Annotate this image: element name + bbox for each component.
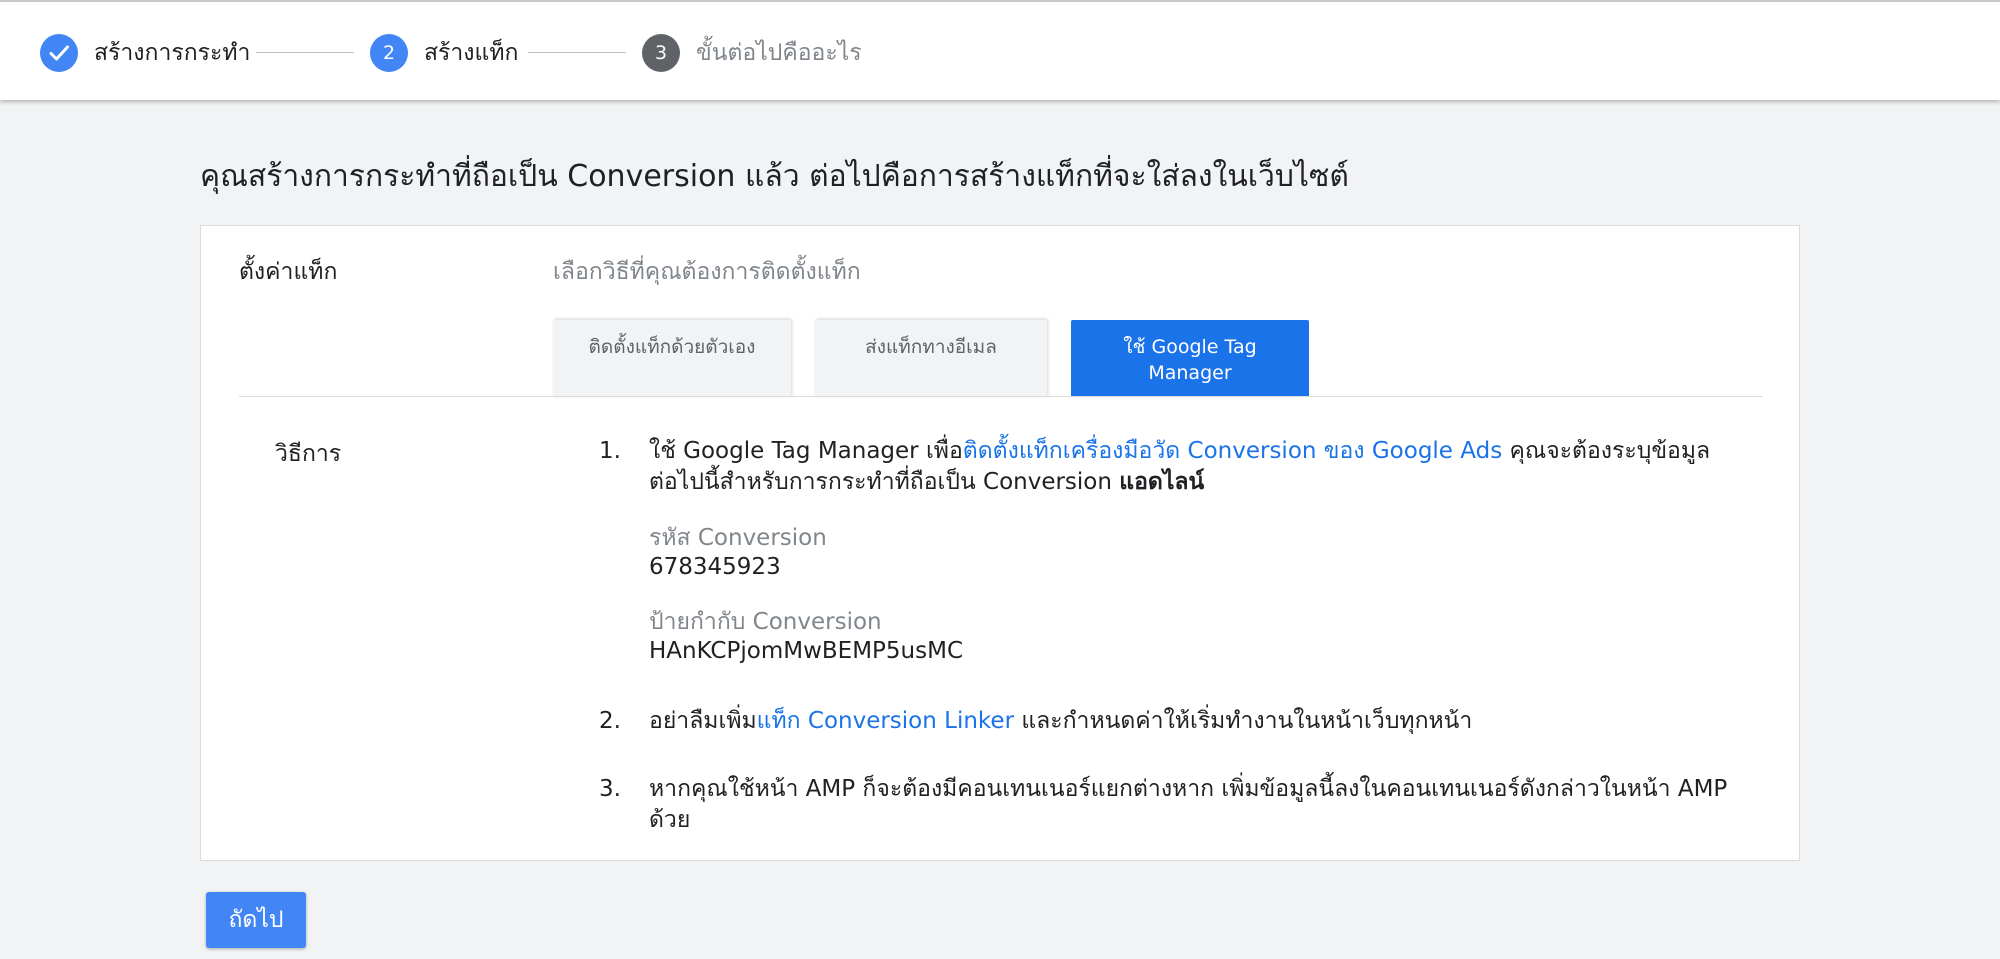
setup-label: ตั้งค่าแท็ก bbox=[239, 259, 338, 285]
step-connector bbox=[528, 52, 626, 53]
text: และกำหนดค่าให้เริ่มทำงานในหน้าเว็บทุกหน้… bbox=[1014, 708, 1473, 734]
tab-email-tag[interactable]: ส่งแท็กทางอีเมล bbox=[815, 320, 1047, 397]
list-number: 1. bbox=[599, 438, 621, 464]
step-label: สร้างแท็ก bbox=[424, 40, 519, 66]
install-tag-link[interactable]: ติดตั้งแท็กเครื่องมือวัด Conversion ของ … bbox=[963, 438, 1502, 464]
divider bbox=[239, 396, 1763, 397]
list-item: 1. ใช้ Google Tag Manager เพื่อติดตั้งแท… bbox=[599, 436, 1729, 666]
tab-google-tag-manager[interactable]: ใช้ Google Tag Manager bbox=[1071, 320, 1309, 397]
step-whats-next: 3 ขั้นต่อไปคืออะไร bbox=[642, 34, 862, 72]
conversion-linker-link[interactable]: แท็ก Conversion Linker bbox=[757, 708, 1014, 734]
list-item: 2. อย่าลืมเพิ่มแท็ก Conversion Linker แล… bbox=[599, 706, 1729, 737]
conversion-label-label: ป้ายกำกับ Conversion bbox=[649, 609, 882, 635]
conversion-action-name: แอดไลน์ bbox=[1119, 469, 1205, 495]
step-number: 2 bbox=[370, 34, 408, 72]
conversion-label-value: HAnKCPjomMwBEMP5usMC bbox=[649, 638, 964, 664]
step-create-tag: 2 สร้างแท็ก bbox=[370, 34, 518, 72]
next-button[interactable]: ถัดไป bbox=[206, 892, 306, 948]
list-item: 3. หากคุณใช้หน้า AMP ก็จะต้องมีคอนเทนเนอ… bbox=[599, 774, 1729, 836]
step-create-action: สร้างการกระทำ bbox=[40, 34, 250, 72]
step-label: ขั้นต่อไปคืออะไร bbox=[696, 40, 862, 66]
instruction-list: 1. ใช้ Google Tag Manager เพื่อติดตั้งแท… bbox=[599, 436, 1729, 836]
tag-setup-card: ตั้งค่าแท็ก เลือกวิธีที่คุณต้องการติดตั้… bbox=[200, 225, 1800, 861]
tab-install-yourself[interactable]: ติดตั้งแท็กด้วยตัวเอง bbox=[553, 320, 791, 397]
step-number: 3 bbox=[642, 34, 680, 72]
checkmark-icon bbox=[40, 34, 78, 72]
list-number: 2. bbox=[599, 708, 621, 734]
method-label: วิธีการ bbox=[275, 441, 342, 467]
step-connector bbox=[256, 52, 354, 53]
conversion-id-value: 678345923 bbox=[649, 554, 781, 580]
page-title: คุณสร้างการกระทำที่ถือเป็น Conversion แล… bbox=[200, 159, 1349, 194]
instruction-text: ใช้ Google Tag Manager เพื่อติดตั้งแท็กเ… bbox=[649, 436, 1729, 498]
instruction-text: หากคุณใช้หน้า AMP ก็จะต้องมีคอนเทนเนอร์แ… bbox=[649, 776, 1728, 833]
setup-hint: เลือกวิธีที่คุณต้องการติดตั้งแท็ก bbox=[553, 259, 861, 285]
text: ใช้ Google Tag Manager เพื่อ bbox=[649, 438, 963, 464]
progress-stepper: สร้างการกระทำ 2 สร้างแท็ก 3 ขั้นต่อไปคือ… bbox=[0, 0, 2000, 100]
conversion-id-label: รหัส Conversion bbox=[649, 525, 827, 551]
instruction-text: อย่าลืมเพิ่มแท็ก Conversion Linker และกำ… bbox=[649, 706, 1729, 737]
step-label: สร้างการกระทำ bbox=[94, 40, 251, 66]
list-number: 3. bbox=[599, 776, 621, 802]
text: อย่าลืมเพิ่ม bbox=[649, 708, 757, 734]
